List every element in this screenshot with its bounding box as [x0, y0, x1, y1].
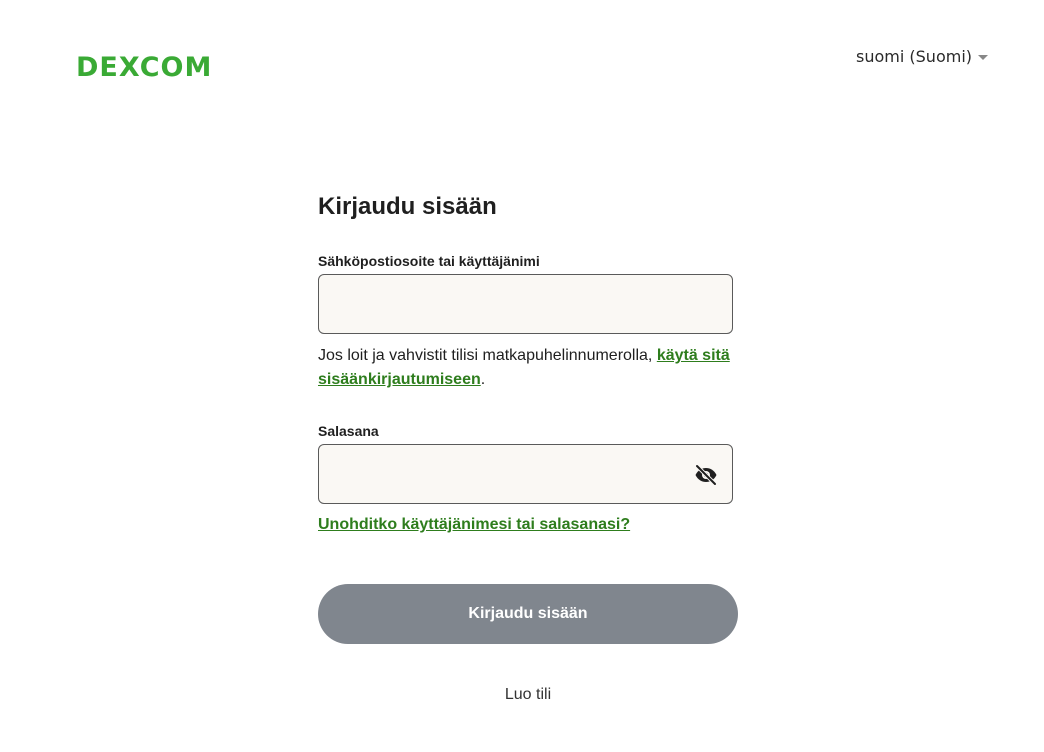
forgot-credentials-link[interactable]: Unohditko käyttäjänimesi tai salasanasi? [318, 514, 630, 536]
password-label: Salasana [318, 423, 379, 439]
language-selector[interactable]: suomi (Suomi) [856, 47, 988, 66]
password-field-wrapper [318, 444, 733, 504]
dexcom-logo: Dexcom [76, 42, 212, 84]
caret-down-icon [978, 55, 988, 60]
password-field[interactable] [319, 445, 732, 503]
create-account-link[interactable]: Luo tili [318, 686, 738, 704]
hint-text: Jos loit ja vahvistit tilisi matkapuheli… [318, 347, 657, 364]
phone-login-hint: Jos loit ja vahvistit tilisi matkapuheli… [318, 344, 738, 392]
logo-text: Dexcom [76, 41, 213, 85]
language-label: suomi (Suomi) [856, 47, 972, 66]
email-label: Sähköpostiosoite tai käyttäjänimi [318, 253, 540, 269]
eye-off-icon[interactable] [694, 463, 718, 487]
login-button[interactable]: Kirjaudu sisään [318, 584, 738, 644]
login-page: Dexcom suomi (Suomi) Kirjaudu sisään Säh… [0, 0, 1044, 752]
page-title: Kirjaudu sisään [318, 193, 497, 220]
email-field[interactable] [319, 275, 732, 333]
hint-end: . [480, 371, 486, 388]
login-form: Kirjaudu sisään Sähköpostiosoite tai käy… [318, 190, 738, 704]
email-field-wrapper [318, 274, 733, 334]
